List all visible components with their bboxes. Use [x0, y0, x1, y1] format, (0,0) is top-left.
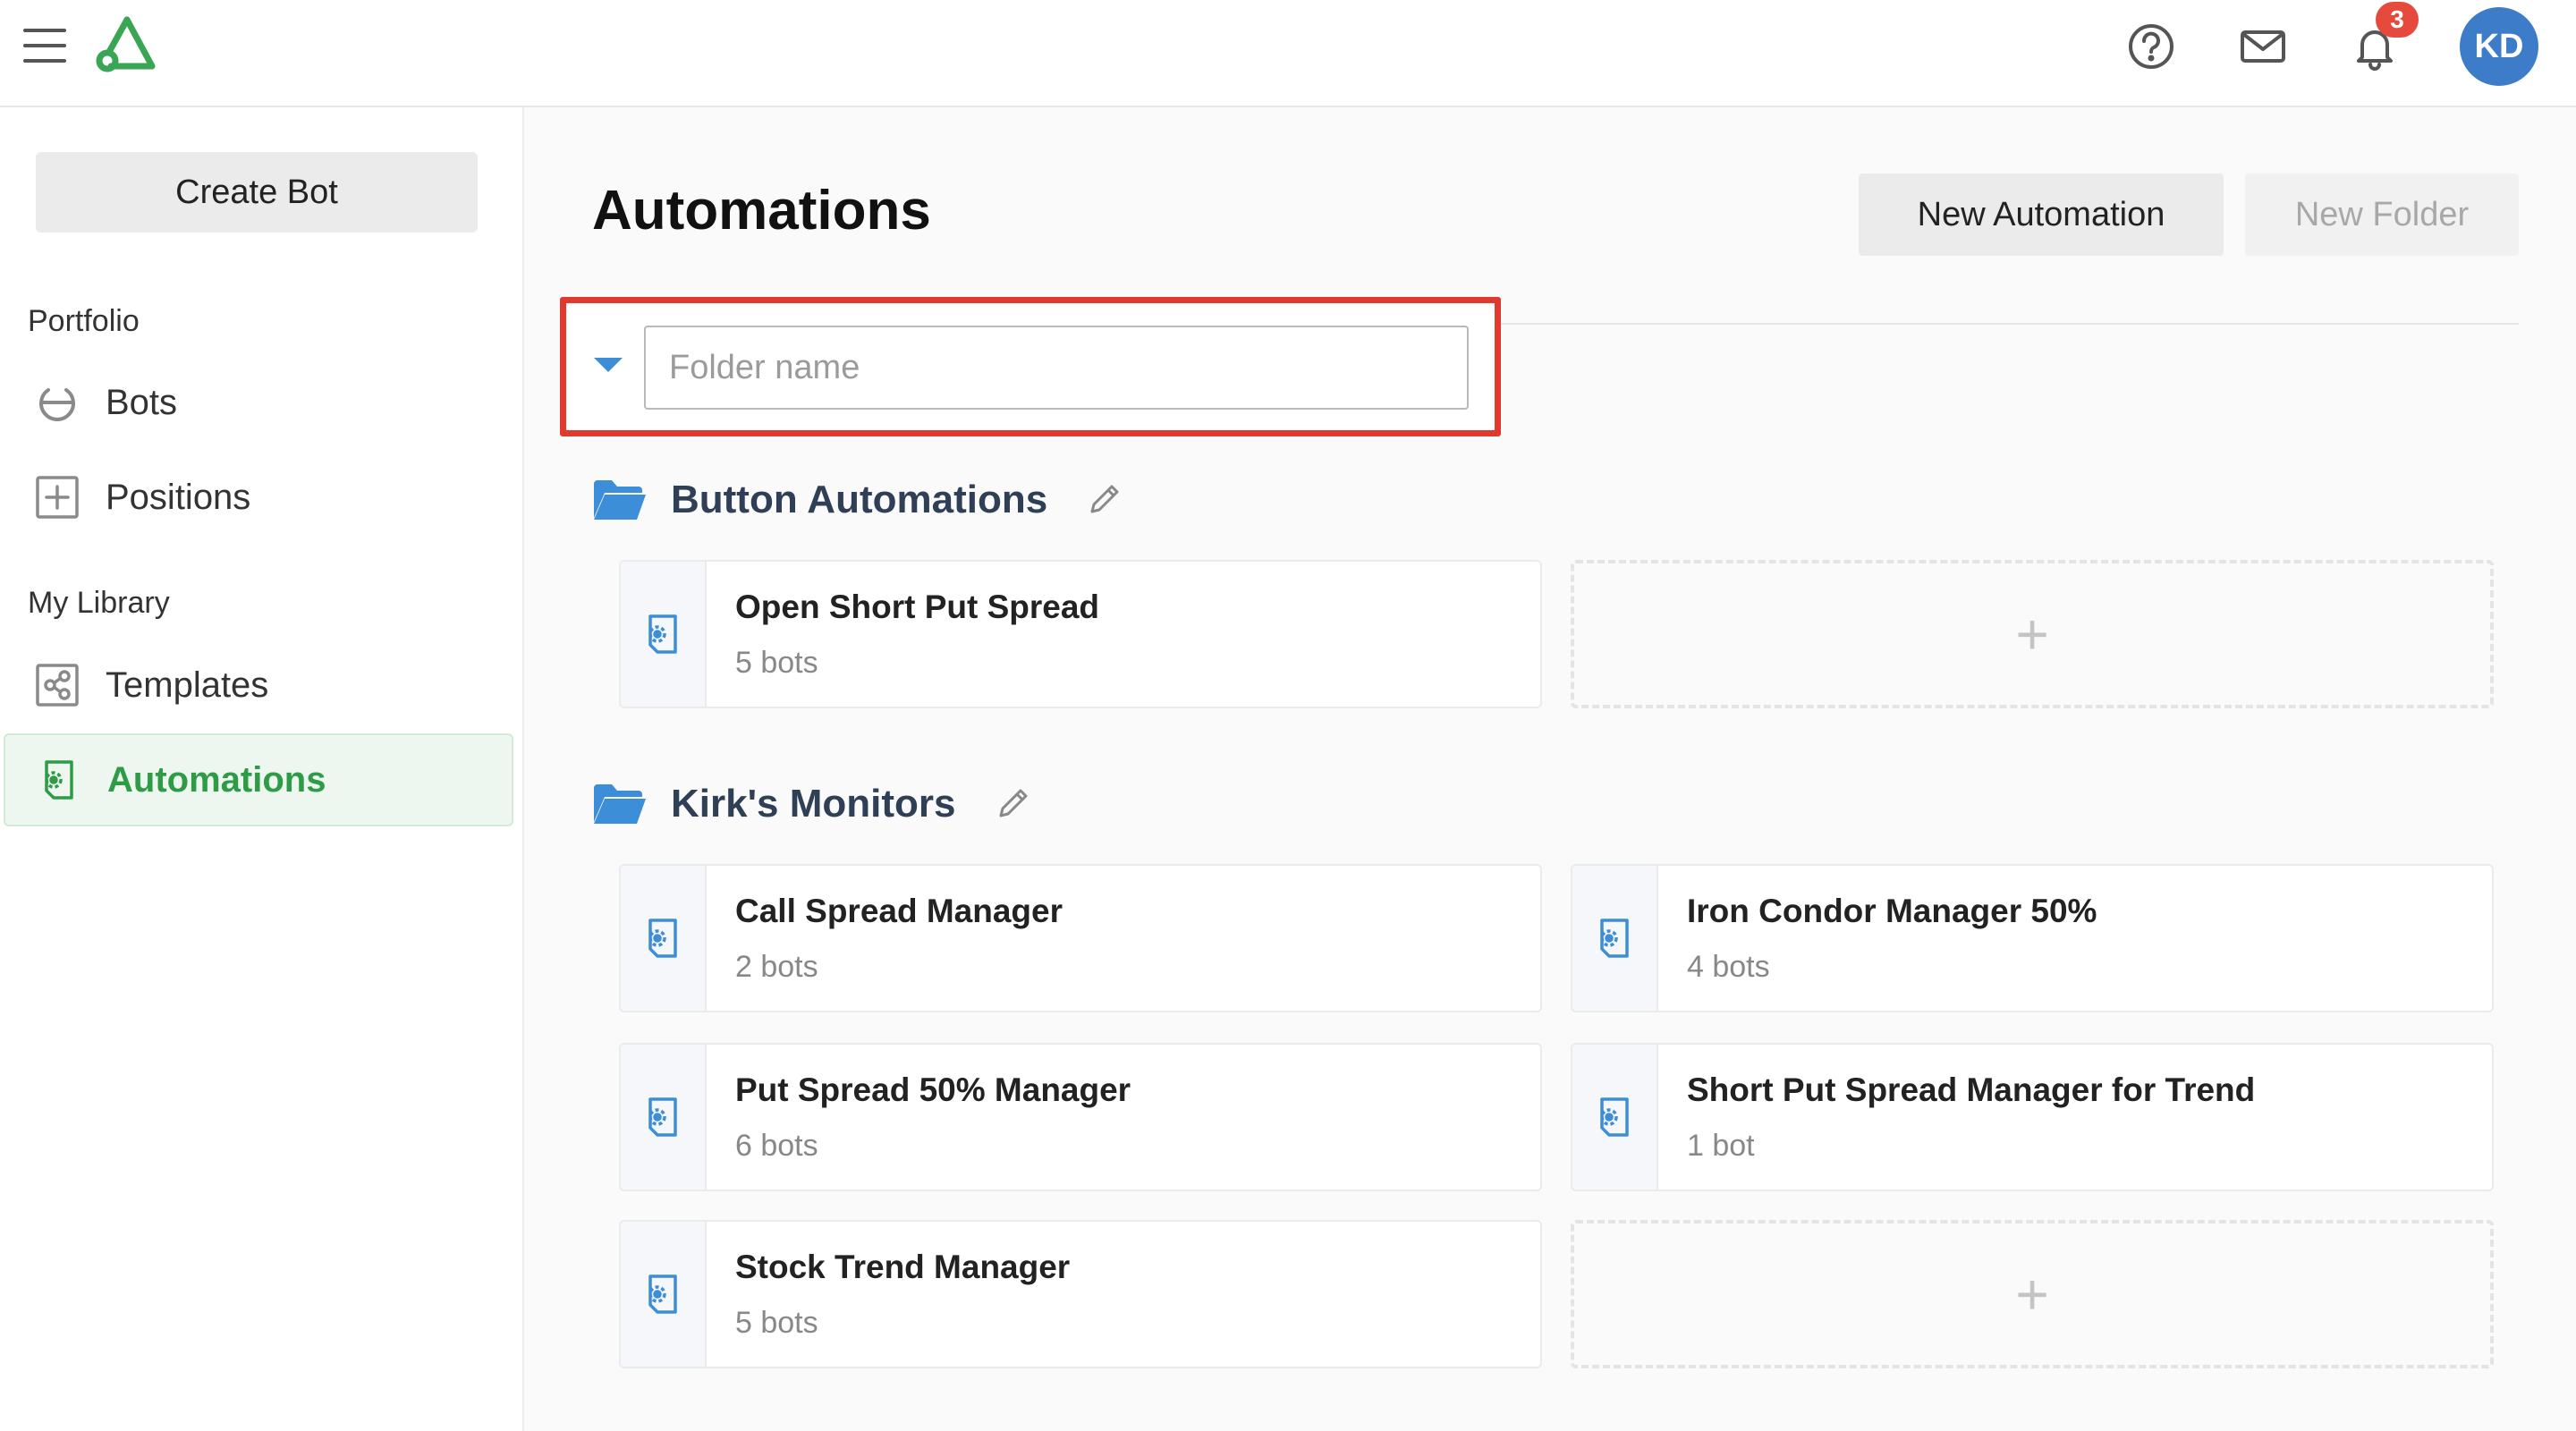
pencil-icon[interactable] [1085, 481, 1123, 519]
automation-card[interactable]: Open Short Put Spread 5 bots [619, 560, 1542, 708]
card-icon-column [621, 1045, 707, 1190]
help-icon[interactable] [2124, 20, 2178, 73]
card-icon-column [1572, 1045, 1658, 1190]
user-avatar[interactable]: KD [2460, 7, 2538, 86]
automation-bot-count: 4 bots [1687, 950, 1770, 984]
share-icon [32, 660, 82, 710]
plus-icon: + [2015, 1262, 2049, 1326]
automation-icon [1600, 919, 1629, 958]
automation-title: Short Put Spread Manager for Trend [1687, 1071, 2256, 1108]
create-bot-button[interactable]: Create Bot [36, 152, 478, 233]
sidebar: Create Bot Portfolio Bots Positions My L… [0, 107, 524, 1431]
automation-bot-count: 6 bots [735, 1129, 818, 1163]
automation-bot-count: 2 bots [735, 950, 818, 984]
sidebar-item-bots[interactable]: Bots [4, 356, 513, 449]
sidebar-section-my-library: My Library [28, 586, 170, 620]
automation-bot-count: 5 bots [735, 646, 818, 680]
card-icon-column [621, 866, 707, 1011]
automation-icon [648, 1274, 677, 1314]
sidebar-item-positions[interactable]: Positions [4, 451, 513, 544]
folder-title: Button Automations [671, 478, 1048, 521]
folder-header-button-automations: Button Automations [592, 478, 1123, 522]
automation-title: Call Spread Manager [735, 893, 1063, 929]
new-automation-button[interactable]: New Automation [1859, 174, 2224, 256]
automation-card[interactable]: Put Spread 50% Manager 6 bots [619, 1043, 1542, 1191]
pencil-icon[interactable] [994, 785, 1031, 823]
sidebar-item-label: Positions [106, 477, 251, 517]
divider [1499, 323, 2519, 325]
sidebar-item-label: Bots [106, 382, 178, 422]
automation-icon [648, 614, 677, 654]
hamburger-menu-icon[interactable] [23, 29, 66, 64]
card-icon-column [1572, 866, 1658, 1011]
caret-down-icon[interactable] [594, 358, 623, 372]
automation-bot-count: 5 bots [735, 1306, 818, 1340]
notification-badge: 3 [2376, 2, 2419, 38]
automation-title: Open Short Put Spread [735, 588, 1100, 625]
automation-icon [1600, 1097, 1629, 1137]
folder-name-input[interactable] [644, 326, 1469, 410]
sidebar-section-portfolio: Portfolio [28, 304, 140, 338]
folder-header-kirks-monitors: Kirk's Monitors [592, 782, 1031, 826]
automation-icon [648, 919, 677, 958]
sidebar-item-label: Automations [107, 759, 326, 800]
automation-icon [648, 1097, 677, 1137]
plus-icon: + [2015, 602, 2049, 666]
card-icon-column [621, 1222, 707, 1367]
sidebar-item-templates[interactable]: Templates [4, 639, 513, 732]
automation-card[interactable]: Call Spread Manager 2 bots [619, 864, 1542, 1012]
automation-title: Put Spread 50% Manager [735, 1071, 1131, 1108]
folder-open-icon [592, 478, 648, 521]
app-logo-icon[interactable] [93, 13, 161, 75]
automation-title: Stock Trend Manager [735, 1249, 1071, 1285]
new-folder-button[interactable]: New Folder [2245, 174, 2519, 256]
plus-square-icon [32, 472, 82, 522]
sidebar-item-label: Templates [106, 665, 269, 705]
automation-bot-count: 1 bot [1687, 1129, 1755, 1163]
sidebar-item-automations[interactable]: Automations [4, 733, 513, 826]
automation-card[interactable]: Iron Condor Manager 50% 4 bots [1571, 864, 2494, 1012]
mail-icon[interactable] [2236, 20, 2290, 73]
add-automation-card[interactable]: + [1571, 560, 2494, 708]
automation-icon [34, 755, 84, 805]
power-icon [32, 377, 82, 428]
automation-card[interactable]: Short Put Spread Manager for Trend 1 bot [1571, 1043, 2494, 1191]
card-icon-column [621, 562, 707, 707]
folder-open-icon [592, 783, 648, 826]
add-automation-card[interactable]: + [1571, 1220, 2494, 1368]
top-bar: 3 KD [0, 0, 2576, 107]
folder-title: Kirk's Monitors [671, 782, 956, 826]
page-title: Automations [592, 180, 931, 241]
automation-title: Iron Condor Manager 50% [1687, 893, 2097, 929]
automation-card[interactable]: Stock Trend Manager 5 bots [619, 1220, 1542, 1368]
